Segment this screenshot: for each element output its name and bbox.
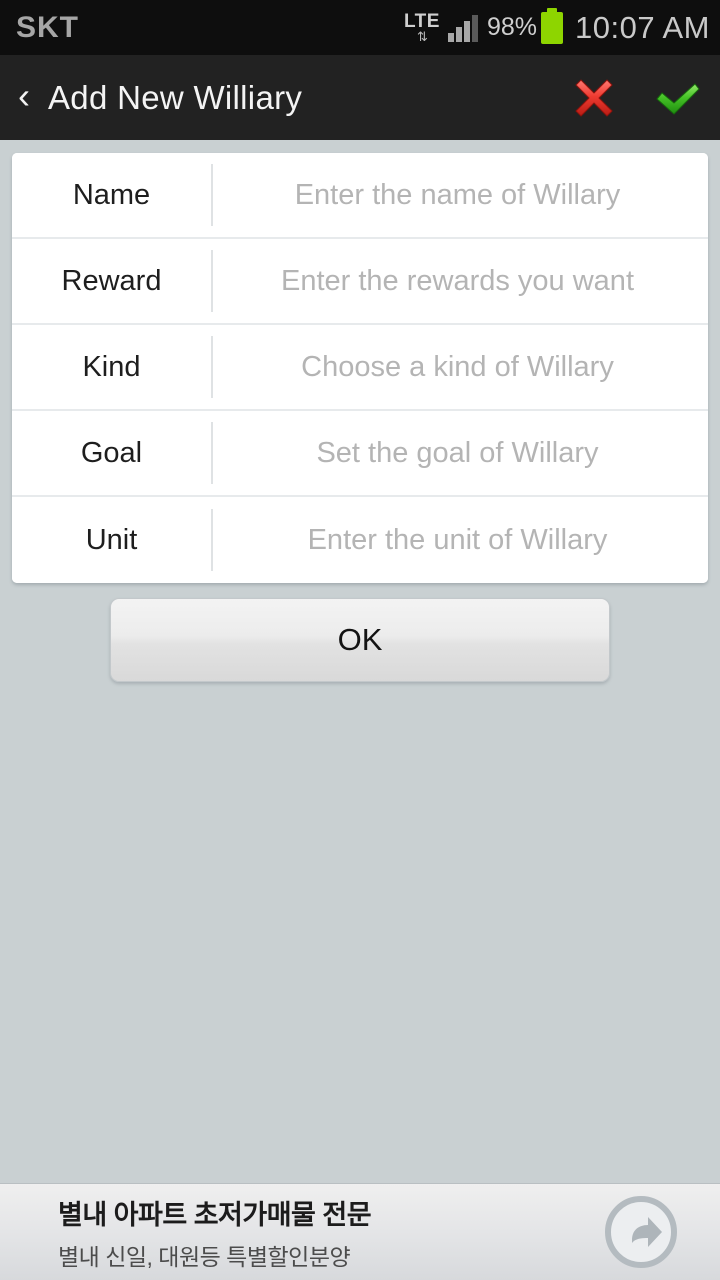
ad-text-block: 별내 아파트 초저가매물 전문 별내 신일, 대원등 특별할인분양 <box>58 1193 372 1272</box>
reward-input[interactable]: Enter the rewards you want <box>213 239 708 323</box>
cancel-button[interactable] <box>552 55 636 140</box>
form-row-goal[interactable]: Goal Set the goal of Willary <box>12 411 708 497</box>
form-row-kind[interactable]: Kind Choose a kind of Willary <box>12 325 708 411</box>
confirm-button[interactable] <box>636 55 720 140</box>
ad-banner[interactable]: 별내 아파트 초저가매물 전문 별내 신일, 대원등 특별할인분양 <box>0 1183 720 1280</box>
name-input[interactable]: Enter the name of Willary <box>213 153 708 237</box>
field-label: Reward <box>61 264 162 297</box>
form-row-reward[interactable]: Reward Enter the rewards you want <box>12 239 708 325</box>
clock-label: 10:07 AM <box>575 9 710 45</box>
ad-arrow-button[interactable] <box>602 1193 680 1271</box>
carrier-label: SKT <box>16 10 79 44</box>
status-bar-indicators: LTE ⇅ 98% 10:07 AM <box>404 0 720 55</box>
signal-strength-icon <box>447 14 480 42</box>
title-bar: ‹ Add New Williary <box>0 55 720 140</box>
form-row-unit[interactable]: Unit Enter the unit of Willary <box>12 497 708 583</box>
ad-title: 별내 아파트 초저가매물 전문 <box>58 1199 372 1230</box>
app-root: SKT LTE ⇅ 98% 10:07 AM ‹ Add New Williar… <box>0 0 720 1280</box>
battery-icon <box>541 7 564 44</box>
kind-select[interactable]: Choose a kind of Willary <box>213 325 708 409</box>
battery-percent-label: 98% <box>486 13 538 41</box>
field-label: Unit <box>85 523 138 556</box>
field-label: Name <box>72 178 151 211</box>
ad-subtitle: 별내 신일, 대원등 특별할인분양 <box>58 1243 351 1270</box>
unit-input[interactable]: Enter the unit of Willary <box>213 497 708 583</box>
page-title: Add New Williary <box>48 78 303 116</box>
data-transfer-arrows-icon: ⇅ <box>417 29 428 44</box>
goal-input[interactable]: Set the goal of Willary <box>213 411 708 495</box>
ok-button[interactable]: OK <box>110 598 610 682</box>
form-card: Name Enter the name of Willary Reward En… <box>12 153 708 583</box>
status-bar: SKT LTE ⇅ 98% 10:07 AM <box>0 0 720 55</box>
lte-indicator: LTE ⇅ <box>404 12 440 43</box>
cancel-icon <box>575 79 613 116</box>
form-row-name[interactable]: Name Enter the name of Willary <box>12 153 708 239</box>
confirm-icon <box>656 83 700 114</box>
field-label: Goal <box>80 436 143 469</box>
share-arrow-icon <box>605 1196 677 1268</box>
back-chevron-icon[interactable]: ‹ <box>0 55 48 140</box>
field-label: Kind <box>82 350 141 383</box>
title-bar-actions <box>552 55 720 140</box>
